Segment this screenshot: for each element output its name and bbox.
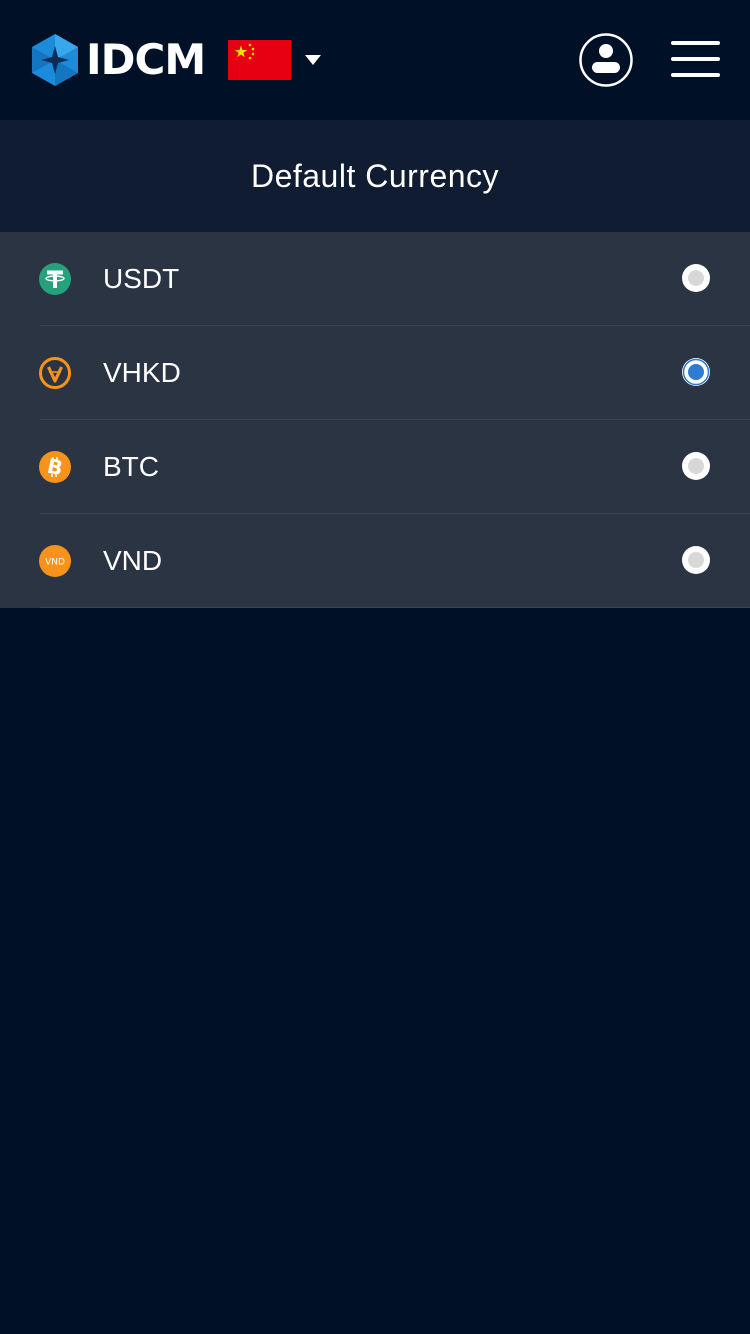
btc-icon: B: [38, 450, 72, 484]
currency-label: BTC: [103, 451, 159, 482]
caret-down-icon: [305, 55, 321, 65]
account-button[interactable]: [579, 33, 633, 87]
brand-name: IDCM: [86, 35, 206, 84]
hamburger-menu-icon: [671, 41, 720, 77]
brand-logo-link[interactable]: IDCM: [32, 34, 206, 86]
currency-option-usdt[interactable]: USDT: [0, 232, 750, 326]
hamburger-menu-button[interactable]: [671, 40, 721, 80]
radio-button[interactable]: [681, 263, 711, 293]
radio-button[interactable]: [681, 545, 711, 575]
vhkd-icon: [38, 356, 72, 390]
page-title: Default Currency: [250, 157, 500, 194]
currency-label: VND: [103, 545, 163, 576]
vnd-icon: VND: [38, 544, 72, 578]
top-bar: IDCM: [0, 0, 750, 120]
row-divider: [40, 607, 750, 608]
currency-option-btc[interactable]: B BTC: [0, 420, 750, 514]
radio-button[interactable]: [681, 451, 711, 481]
currency-option-vnd[interactable]: VND VND: [0, 514, 750, 608]
user-icon: [579, 33, 633, 87]
currency-option-vhkd[interactable]: VHKD: [0, 326, 750, 420]
idcm-logo-icon: [32, 34, 78, 86]
radio-button-selected[interactable]: [681, 357, 711, 387]
section-header: Default Currency: [0, 120, 750, 232]
currency-list: USDT VHKD B BTC VND VND: [0, 232, 750, 608]
usdt-icon: [38, 262, 72, 296]
china-flag-icon: [228, 40, 291, 80]
language-selector[interactable]: [228, 40, 321, 80]
currency-label: USDT: [103, 263, 180, 294]
currency-label: VHKD: [103, 357, 181, 388]
vnd-icon-label: VND: [45, 558, 65, 568]
